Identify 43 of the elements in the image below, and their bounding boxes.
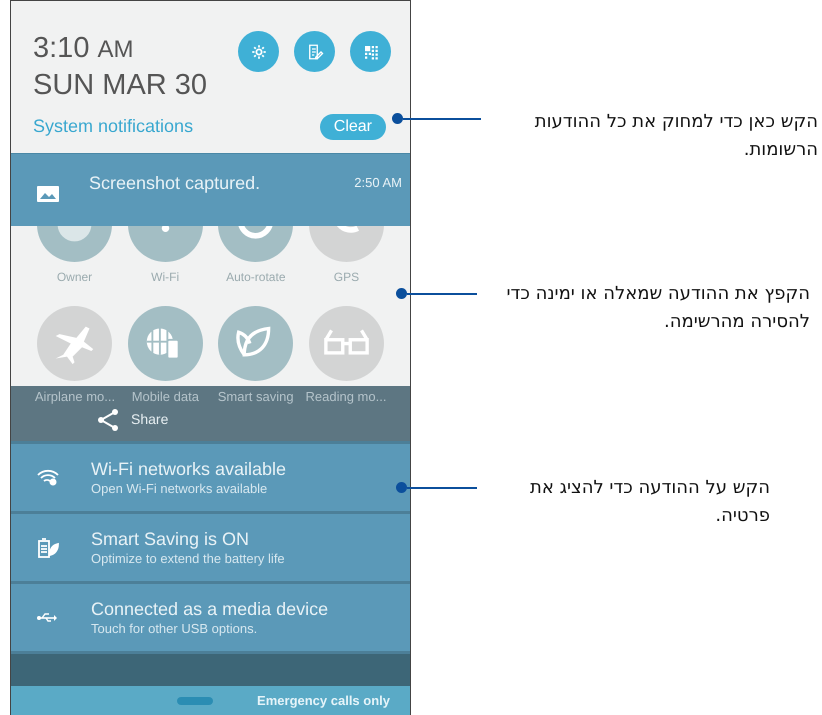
notification-card[interactable]: Smart Saving is ON Optimize to extend the battery life [11,511,410,581]
battery-leaf-icon [37,536,59,558]
tile-label: GPS [332,269,360,286]
share-button[interactable]: Share [97,408,168,432]
notification-card[interactable]: Connected as a media device Touch for other USB options. [11,581,410,651]
glasses-tile[interactable] [308,306,384,381]
globe-tile[interactable] [128,306,203,381]
status-text: Emergency calls only [257,692,390,710]
notification-card[interactable]: Wi-Fi networks available Open Wi-Fi networks available [11,441,410,511]
settings-icon [250,42,268,60]
callout-text: הקש כאן כדי למחוק את כל ההודעות הרשומות. [534,110,818,162]
handle-bar[interactable] [177,696,214,704]
notification-title: Connected as a media device [91,598,328,620]
image-icon [37,186,59,202]
tile-label: Airplane mo... [34,388,116,406]
callout-text: הקש על ההודעה כדי להציג את פרטיה. [528,476,770,528]
notification-text: Optimize to extend the battery life [91,550,285,568]
tile-label: Mobile data [130,388,200,406]
clear-button[interactable]: Clear [320,114,386,140]
callout-text: הקפץ את ההודעה שמאלה או ימינה כדי להסירה מהרשימה. [505,282,810,334]
notification-text: Touch for other USB options. [91,620,258,638]
clock-time: 3:10 AM [33,31,134,66]
notification-title: Smart Saving is ON [91,528,250,550]
usb-icon [37,612,57,624]
notification-text: Open Wi-Fi networks available [91,480,268,498]
settings-button[interactable] [238,31,279,72]
date-text: SUN MAR 30 [33,68,208,103]
section-label: System notifications [33,115,194,138]
notification-card[interactable]: Screenshot captured. 2:50 AM [11,153,410,226]
notification-title: Screenshot captured. [89,172,262,195]
notification-title: Wi-Fi networks available [91,458,286,480]
notification-time: 2:50 AM [354,174,402,192]
airplane-tile[interactable] [37,306,112,381]
tile-label: Owner [56,269,94,286]
tile-label: Reading mo... [304,388,388,406]
wifi-icon [37,468,59,486]
tile-label: Wi-Fi [150,269,180,286]
apps-button[interactable] [350,31,391,72]
leaf-tile[interactable] [218,306,294,381]
edit-button[interactable] [294,31,335,72]
tile-label: Smart saving [216,388,295,406]
share-icon [97,408,119,432]
tile-label: Auto-rotate [225,269,286,286]
